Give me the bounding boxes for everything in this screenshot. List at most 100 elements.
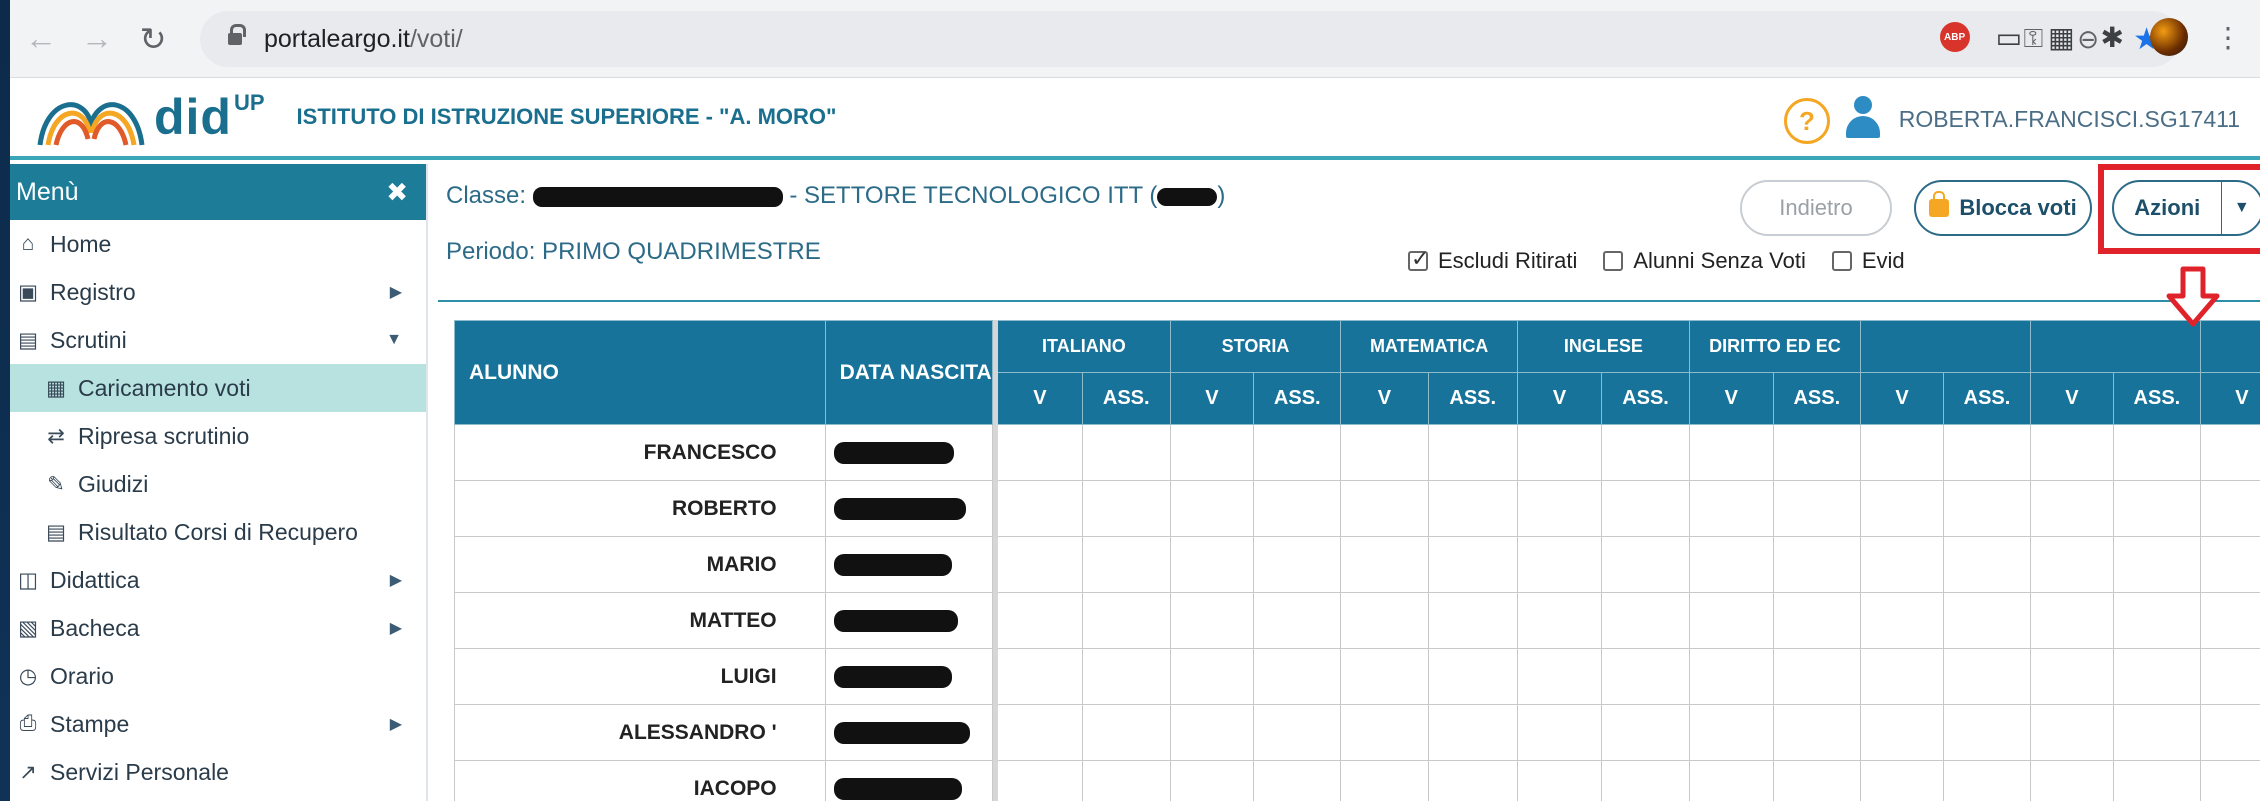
vote-cell[interactable] xyxy=(1169,424,1255,481)
sidebar-item-stampe[interactable]: ⎙ Stampe ▶ xyxy=(10,700,426,748)
vote-cell[interactable] xyxy=(2112,424,2201,481)
vote-cell[interactable] xyxy=(1427,424,1518,481)
vote-cell[interactable] xyxy=(1688,536,1774,593)
vote-cell[interactable] xyxy=(1340,760,1429,801)
vote-cell[interactable] xyxy=(1859,424,1945,481)
vote-cell[interactable] xyxy=(1169,704,1255,761)
vote-cell[interactable] xyxy=(1943,536,2031,593)
vote-cell[interactable] xyxy=(1859,760,1945,801)
vote-cell[interactable] xyxy=(1081,424,1171,481)
checkbox[interactable] xyxy=(1603,251,1624,271)
vote-cell[interactable] xyxy=(2199,760,2260,801)
vote-cell[interactable] xyxy=(1601,704,1690,761)
table-row[interactable]: ROBERTO xyxy=(454,480,2260,537)
table-row[interactable]: LUIGI xyxy=(454,648,2260,705)
vote-cell[interactable] xyxy=(1253,704,1342,761)
vote-cell[interactable] xyxy=(997,760,1083,801)
vote-cell[interactable] xyxy=(1943,648,2031,705)
table-row[interactable]: MATTEO xyxy=(454,592,2260,649)
reload-icon[interactable]: ↻ xyxy=(128,14,178,64)
vote-cell[interactable] xyxy=(997,424,1083,481)
filter-alunni-senza-voti[interactable]: Alunni Senza Voti xyxy=(1603,248,1806,274)
vote-cell[interactable] xyxy=(2029,480,2114,537)
vote-cell[interactable] xyxy=(1516,424,1603,481)
vote-cell[interactable] xyxy=(1340,704,1429,761)
vote-cell[interactable] xyxy=(1427,480,1518,537)
vote-cell[interactable] xyxy=(1943,424,2031,481)
username[interactable]: ROBERTA.FRANCISCI.SG17411 xyxy=(1899,106,2240,133)
sidebar-item-bacheca[interactable]: ▧ Bacheca ▶ xyxy=(10,604,426,652)
vote-cell[interactable] xyxy=(1253,536,1342,593)
sidebar-item-risultato-corsi[interactable]: ▤ Risultato Corsi di Recupero xyxy=(10,508,426,556)
vote-cell[interactable] xyxy=(1516,648,1603,705)
vote-cell[interactable] xyxy=(1859,648,1945,705)
vote-cell[interactable] xyxy=(1253,648,1342,705)
vote-cell[interactable] xyxy=(1427,648,1518,705)
vote-cell[interactable] xyxy=(2199,424,2260,481)
vote-cell[interactable] xyxy=(1943,760,2031,801)
vote-cell[interactable] xyxy=(1601,480,1690,537)
vote-cell[interactable] xyxy=(2112,480,2201,537)
vote-cell[interactable] xyxy=(1253,592,1342,649)
vote-cell[interactable] xyxy=(997,536,1083,593)
vote-cell[interactable] xyxy=(2029,760,2114,801)
vote-cell[interactable] xyxy=(1859,704,1945,761)
vote-cell[interactable] xyxy=(2112,536,2201,593)
vote-cell[interactable] xyxy=(2112,592,2201,649)
vote-cell[interactable] xyxy=(1943,480,2031,537)
vote-cell[interactable] xyxy=(1601,648,1690,705)
vote-cell[interactable] xyxy=(1601,760,1690,801)
vote-cell[interactable] xyxy=(2199,648,2260,705)
vote-cell[interactable] xyxy=(1772,760,1862,801)
address-bar[interactable]: portaleargo.it/voti/ ⚿ ⊖ ★ xyxy=(200,11,2180,67)
column-header-data-nascita[interactable]: DATA NASCITA xyxy=(824,320,993,425)
vote-cell[interactable] xyxy=(1943,592,2031,649)
vote-cell[interactable] xyxy=(1688,480,1774,537)
vote-cell[interactable] xyxy=(1340,648,1429,705)
vote-cell[interactable] xyxy=(1340,536,1429,593)
vote-cell[interactable] xyxy=(1081,536,1171,593)
more-icon[interactable]: ⋮ xyxy=(2214,21,2242,54)
vote-cell[interactable] xyxy=(997,648,1083,705)
vote-cell[interactable] xyxy=(1516,480,1603,537)
vote-cell[interactable] xyxy=(2112,760,2201,801)
cast-icon[interactable]: ▭ xyxy=(1996,21,2022,54)
vote-cell[interactable] xyxy=(1772,592,1862,649)
close-icon[interactable]: ✖ xyxy=(386,177,408,208)
vote-cell[interactable] xyxy=(1601,536,1690,593)
filter-escludi-ritirati[interactable]: Escludi Ritirati xyxy=(1408,246,1577,274)
vote-cell[interactable] xyxy=(1169,760,1255,801)
back-icon[interactable]: ← xyxy=(16,14,66,64)
vote-cell[interactable] xyxy=(2029,536,2114,593)
column-header-alunno[interactable]: ALUNNO xyxy=(454,320,826,425)
vote-cell[interactable] xyxy=(1081,704,1171,761)
vote-cell[interactable] xyxy=(1253,760,1342,801)
vote-cell[interactable] xyxy=(2199,480,2260,537)
vote-cell[interactable] xyxy=(2029,648,2114,705)
vote-cell[interactable] xyxy=(2029,704,2114,761)
table-row[interactable]: ALESSANDRO ' xyxy=(454,704,2260,761)
vote-cell[interactable] xyxy=(1340,592,1429,649)
vote-cell[interactable] xyxy=(997,592,1083,649)
vote-cell[interactable] xyxy=(997,480,1083,537)
vote-cell[interactable] xyxy=(2112,648,2201,705)
vote-cell[interactable] xyxy=(1516,760,1603,801)
sidebar-item-registro[interactable]: ▣ Registro ▶ xyxy=(10,268,426,316)
table-row[interactable]: MARIO xyxy=(454,536,2260,593)
vote-cell[interactable] xyxy=(1427,536,1518,593)
vote-cell[interactable] xyxy=(1772,424,1862,481)
grid-extension-icon[interactable]: ▦ xyxy=(2048,21,2074,54)
vote-cell[interactable] xyxy=(1601,592,1690,649)
vote-cell[interactable] xyxy=(1688,424,1774,481)
profile-avatar[interactable] xyxy=(2150,18,2188,56)
vote-cell[interactable] xyxy=(1427,592,1518,649)
vote-cell[interactable] xyxy=(1081,480,1171,537)
vote-cell[interactable] xyxy=(997,704,1083,761)
sidebar-item-servizi-personale[interactable]: ↗ Servizi Personale xyxy=(10,748,426,796)
sidebar-item-giudizi[interactable]: ✎ Giudizi xyxy=(10,460,426,508)
vote-cell[interactable] xyxy=(2029,592,2114,649)
vote-cell[interactable] xyxy=(1081,592,1171,649)
vote-cell[interactable] xyxy=(1859,536,1945,593)
vote-cell[interactable] xyxy=(1081,760,1171,801)
adblock-icon[interactable]: ABP xyxy=(1939,22,1970,52)
